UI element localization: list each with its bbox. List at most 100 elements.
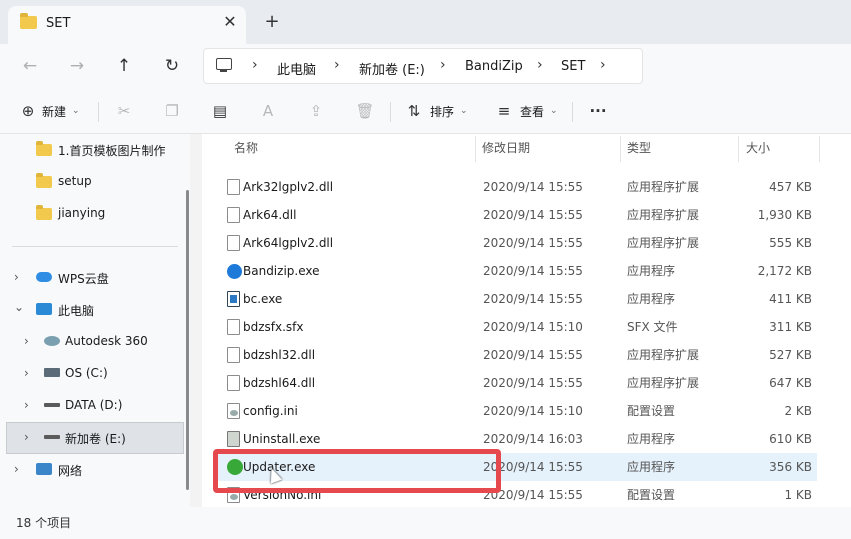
file-date: 2020/9/14 15:55	[483, 180, 583, 194]
command-bar: ⊕ 新建 ⌄ ✂ ❐ ▤ A ⇪ 🗑 ⇅ 排序 ⌄ ≡ 查看 ⌄ ···	[0, 88, 851, 134]
chevron-down-icon[interactable]: ⌄	[14, 300, 24, 314]
file-date: 2020/9/14 15:55	[483, 208, 583, 222]
table-row[interactable]: bdzshl32.dll 2020/9/14 15:55 应用程序扩展 527 …	[216, 341, 817, 369]
more-options-button[interactable]: ···	[588, 96, 608, 126]
sidebar-item-os-c[interactable]: › OS (C:)	[0, 358, 186, 390]
trash-icon: 🗑	[355, 102, 375, 120]
dll-file-icon	[227, 179, 240, 195]
chevron-right-icon[interactable]: ›	[24, 398, 29, 412]
table-row[interactable]: config.ini 2020/9/14 15:10 配置设置 2 KB	[216, 397, 817, 425]
navigation-pane: 1.首页模板图片制作 setup jianying › WPS云盘 ⌄ 此电脑 …	[0, 134, 190, 507]
clipboard-icon: ▤	[212, 102, 228, 120]
item-count: 18 个项目	[16, 516, 72, 530]
chevron-right-icon[interactable]: ›	[600, 57, 606, 73]
file-name: bc.exe	[243, 292, 283, 306]
file-type: 应用程序扩展	[627, 236, 700, 250]
sort-button[interactable]: ⇅ 排序 ⌄	[404, 96, 468, 126]
sidebar-item-autodesk[interactable]: › Autodesk 360	[0, 326, 186, 358]
exe-icon	[227, 291, 240, 307]
sidebar-item-label: 网络	[58, 464, 83, 478]
file-type: 应用程序扩展	[627, 180, 700, 194]
tab-set[interactable]: SET ✕	[8, 6, 246, 44]
address-bar[interactable]: › 此电脑 › 新加卷 (E:) › BandiZip › SET ›	[203, 48, 643, 84]
file-size: 2 KB	[784, 404, 812, 418]
sidebar-item-label: 新加卷 (E:)	[65, 432, 126, 446]
divider	[390, 102, 391, 122]
divider	[572, 102, 573, 122]
breadcrumb-this-pc[interactable]: 此电脑	[277, 59, 316, 78]
table-row[interactable]: Ark64lgplv2.dll 2020/9/14 15:55 应用程序扩展 5…	[216, 229, 817, 257]
uninstall-icon	[227, 431, 240, 447]
sidebar-scrollbar[interactable]	[186, 190, 189, 490]
sidebar-item-label: DATA (D:)	[65, 398, 123, 412]
cut-button[interactable]: ✂	[114, 96, 134, 126]
file-name: bdzshl64.dll	[243, 376, 316, 390]
file-size: 457 KB	[769, 180, 812, 194]
table-row-partial	[216, 151, 817, 162]
table-row[interactable]: Ark64.dll 2020/9/14 15:55 应用程序扩展 1,930 K…	[216, 201, 817, 229]
sidebar-item-label: jianying	[58, 206, 106, 220]
sidebar-item-data-d[interactable]: › DATA (D:)	[0, 390, 186, 422]
breadcrumb-drive-e[interactable]: 新加卷 (E:)	[359, 59, 425, 78]
rename-icon: A	[262, 102, 274, 120]
file-name: Bandizip.exe	[243, 264, 320, 278]
table-row[interactable]: bdzshl64.dll 2020/9/14 15:55 应用程序扩展 647 …	[216, 369, 817, 397]
chevron-right-icon[interactable]: ›	[24, 334, 29, 348]
sidebar-item-network[interactable]: › 网络	[0, 454, 186, 486]
chevron-right-icon[interactable]: ›	[14, 270, 19, 284]
breadcrumb-bandizip[interactable]: BandiZip	[465, 59, 523, 74]
chevron-down-icon: ⌄	[460, 106, 468, 116]
sidebar-item-label: setup	[58, 174, 92, 188]
table-row[interactable]: Ark32lgplv2.dll 2020/9/14 15:55 应用程序扩展 4…	[216, 173, 817, 201]
chevron-right-icon: ›	[334, 57, 340, 73]
sidebar-item-label: 1.首页模板图片制作	[58, 144, 166, 158]
file-size: 610 KB	[769, 432, 812, 446]
chevron-right-icon: ›	[252, 57, 258, 73]
chevron-right-icon[interactable]: ›	[24, 366, 29, 380]
rename-button[interactable]: A	[258, 96, 278, 126]
table-row[interactable]: bdzsfx.sfx 2020/9/14 15:10 SFX 文件 311 KB	[216, 313, 817, 341]
paste-button[interactable]: ▤	[210, 96, 230, 126]
tab-title: SET	[46, 16, 71, 31]
back-button[interactable]: ←	[16, 52, 44, 80]
sidebar-item-this-pc[interactable]: ⌄ 此电脑	[0, 294, 186, 326]
file-size: 411 KB	[769, 292, 812, 306]
copy-button[interactable]: ❐	[162, 96, 182, 126]
table-row[interactable]: Bandizip.exe 2020/9/14 15:55 应用程序 2,172 …	[216, 257, 817, 285]
autodesk-icon	[44, 336, 60, 346]
sidebar-item-new-volume-e[interactable]: › 新加卷 (E:)	[6, 422, 184, 454]
column-divider[interactable]	[819, 136, 820, 162]
file-size: 356 KB	[769, 460, 812, 474]
new-button[interactable]: ⊕ 新建 ⌄	[18, 96, 80, 126]
up-button[interactable]: ↑	[110, 52, 138, 80]
folder-icon	[36, 173, 52, 188]
sidebar-item-setup[interactable]: setup	[0, 166, 186, 198]
forward-button[interactable]: →	[63, 52, 91, 80]
cloud-icon	[36, 272, 52, 282]
share-button[interactable]: ⇪	[306, 96, 326, 126]
file-type: 应用程序扩展	[627, 208, 700, 222]
file-name: Ark64.dll	[243, 208, 297, 222]
folder-icon	[36, 141, 52, 156]
sidebar-item-folder[interactable]: 1.首页模板图片制作	[0, 134, 186, 166]
refresh-button[interactable]: ↻	[158, 52, 186, 80]
close-tab-icon[interactable]: ✕	[220, 12, 240, 32]
file-type: 应用程序扩展	[627, 348, 700, 362]
delete-button[interactable]: 🗑	[355, 96, 375, 126]
table-row[interactable]: bc.exe 2020/9/14 15:55 应用程序 411 KB	[216, 285, 817, 313]
chevron-right-icon[interactable]: ›	[24, 430, 29, 444]
divider	[98, 102, 99, 122]
view-button[interactable]: ≡ 查看 ⌄	[494, 96, 558, 126]
dll-file-icon	[227, 347, 240, 363]
sidebar-item-wps-cloud[interactable]: › WPS云盘	[0, 262, 186, 294]
chevron-right-icon[interactable]: ›	[14, 462, 19, 476]
plus-circle-icon: ⊕	[21, 102, 35, 120]
pc-icon	[36, 303, 52, 315]
sort-icon: ⇅	[407, 102, 421, 120]
more-icon: ···	[589, 102, 607, 120]
new-tab-button[interactable]: +	[262, 12, 282, 32]
breadcrumb-set[interactable]: SET	[561, 59, 585, 74]
sidebar-item-jianying[interactable]: jianying	[0, 198, 186, 230]
file-type: 应用程序扩展	[627, 376, 700, 390]
title-bar: SET ✕ +	[0, 0, 851, 44]
